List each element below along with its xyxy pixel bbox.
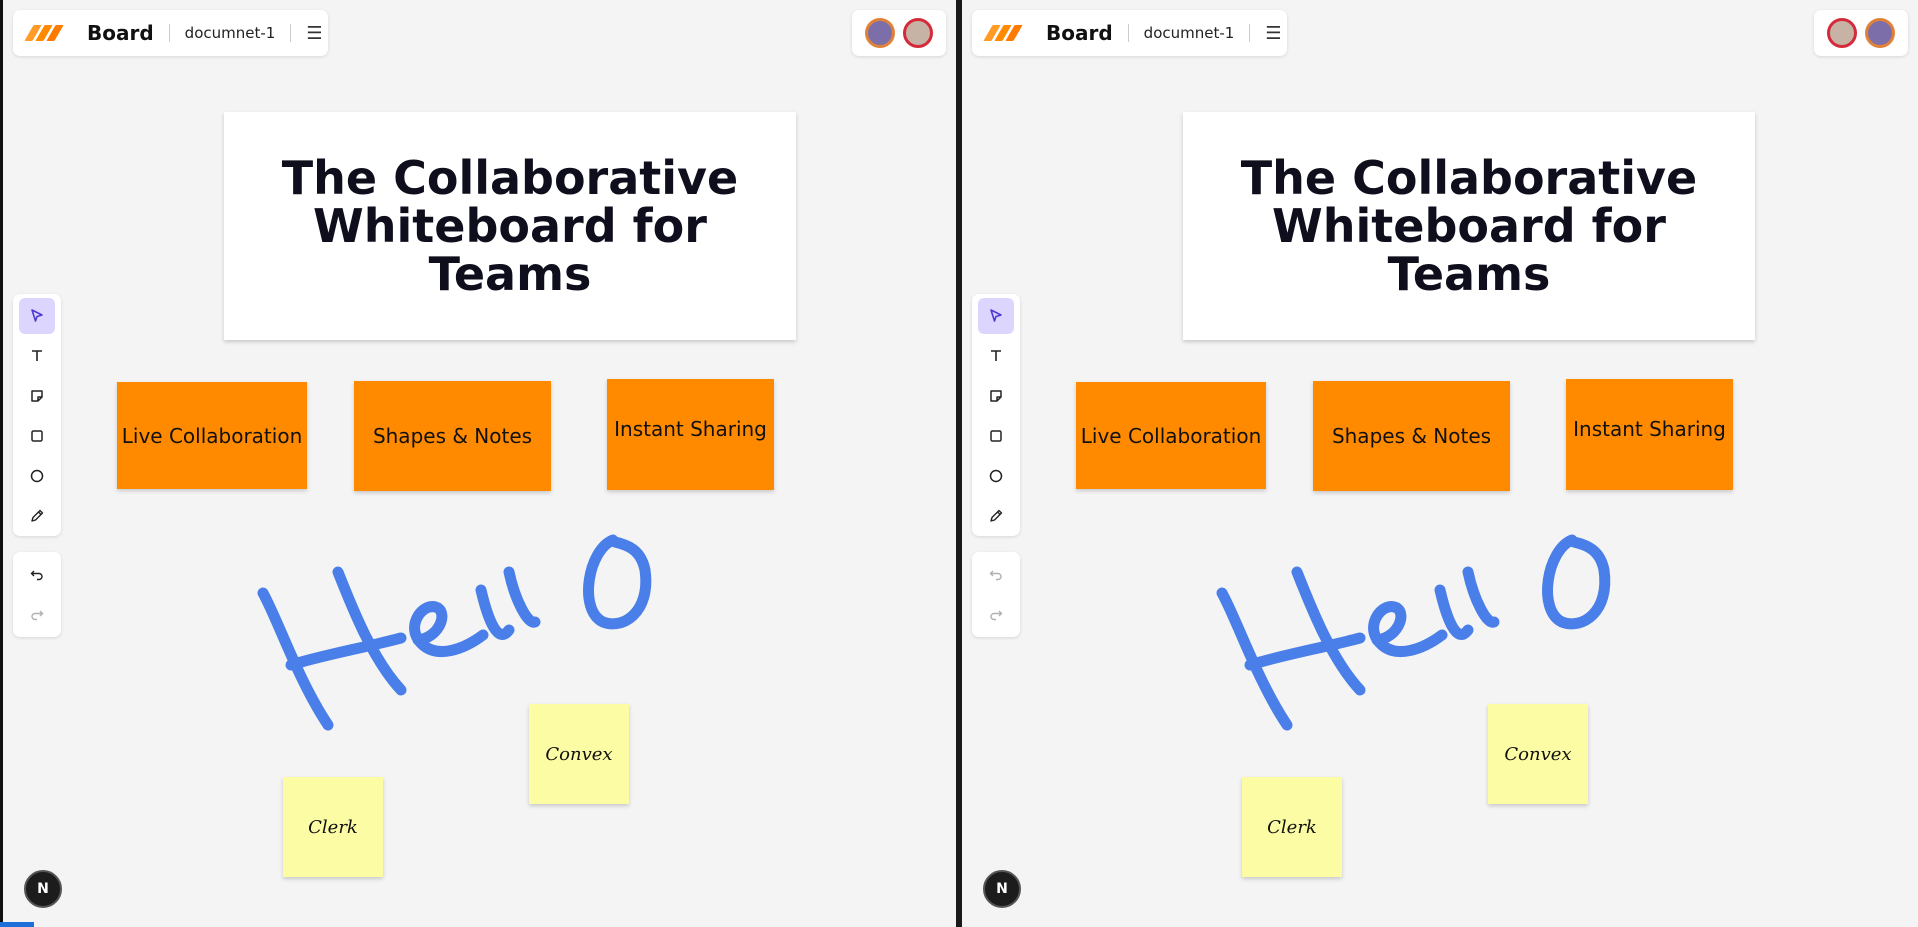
note-tool-button[interactable] <box>978 378 1014 414</box>
avatar[interactable] <box>1865 18 1895 48</box>
select-tool-button[interactable] <box>978 298 1014 334</box>
title-text: The Collaborative Whiteboard for Teams <box>1240 151 1698 301</box>
ellipse-tool-button[interactable] <box>978 458 1014 494</box>
document-name[interactable]: documnet-1 <box>1144 24 1235 42</box>
square-icon <box>31 430 43 442</box>
menu-icon[interactable]: ☰ <box>306 23 322 44</box>
feature-box-instant-sharing[interactable]: Instant Sharing <box>607 379 774 490</box>
redo-icon <box>990 610 1003 620</box>
pencil-icon <box>990 509 1003 522</box>
tool-palette <box>972 294 1020 536</box>
pen-tool-button[interactable] <box>978 498 1014 534</box>
divider <box>168 24 170 42</box>
brand-name: Board <box>87 21 154 45</box>
undo-icon <box>989 570 1002 580</box>
participants <box>852 10 946 56</box>
avatar[interactable] <box>1827 18 1857 48</box>
feature-box-shapes-notes[interactable]: Shapes & Notes <box>354 381 551 491</box>
avatar[interactable] <box>865 18 895 48</box>
text-icon <box>991 350 1001 361</box>
tool-palette <box>13 294 61 536</box>
history-controls <box>972 552 1020 637</box>
redo-icon <box>31 610 44 620</box>
divider <box>290 24 292 42</box>
undo-button[interactable] <box>978 557 1014 593</box>
feature-box-shapes-notes[interactable]: Shapes & Notes <box>1313 381 1510 491</box>
participants <box>1814 10 1908 56</box>
document-name[interactable]: documnet-1 <box>185 24 276 42</box>
divider <box>1127 24 1129 42</box>
square-icon <box>990 430 1002 442</box>
feature-box-live-collaboration[interactable]: Live Collaboration <box>117 382 307 489</box>
ellipse-tool-button[interactable] <box>19 458 55 494</box>
divider <box>1249 24 1251 42</box>
feature-box-instant-sharing[interactable]: Instant Sharing <box>1566 379 1733 490</box>
redo-button[interactable] <box>19 597 55 633</box>
sticky-note-convex[interactable]: Convex <box>1488 704 1588 804</box>
title-text: The Collaborative Whiteboard for Teams <box>281 151 739 301</box>
menu-icon[interactable]: ☰ <box>1265 23 1281 44</box>
text-tool-button[interactable] <box>19 338 55 374</box>
dev-badge[interactable]: N <box>24 870 62 908</box>
pen-tool-button[interactable] <box>19 498 55 534</box>
dev-badge[interactable]: N <box>983 870 1021 908</box>
brand-name: Board <box>1046 21 1113 45</box>
text-tool-button[interactable] <box>978 338 1014 374</box>
pencil-icon <box>31 509 44 522</box>
text-icon <box>32 350 42 361</box>
sticky-note-clerk[interactable]: Clerk <box>1242 777 1342 877</box>
taskbar-accent <box>0 922 34 927</box>
left-browser-pane: Board documnet-1 ☰ The Collaborative Whi… <box>0 0 956 927</box>
note-icon <box>990 390 1002 402</box>
logo-icon <box>24 25 69 41</box>
select-tool-button[interactable] <box>19 298 55 334</box>
sticky-note-convex[interactable]: Convex <box>529 704 629 804</box>
logo-icon <box>983 25 1028 41</box>
cursor-icon <box>990 309 1002 322</box>
undo-button[interactable] <box>19 557 55 593</box>
board-header: Board documnet-1 ☰ <box>13 10 328 56</box>
cursor-icon <box>31 309 43 322</box>
avatar[interactable] <box>903 18 933 48</box>
feature-box-live-collaboration[interactable]: Live Collaboration <box>1076 382 1266 489</box>
redo-button[interactable] <box>978 597 1014 633</box>
title-text-card[interactable]: The Collaborative Whiteboard for Teams <box>1183 112 1755 340</box>
rectangle-tool-button[interactable] <box>978 418 1014 454</box>
right-browser-pane: Board documnet-1 ☰ The Collaborative Whi… <box>962 0 1918 927</box>
note-tool-button[interactable] <box>19 378 55 414</box>
title-text-card[interactable]: The Collaborative Whiteboard for Teams <box>224 112 796 340</box>
note-icon <box>31 390 43 402</box>
sticky-note-clerk[interactable]: Clerk <box>283 777 383 877</box>
circle-icon <box>30 469 44 483</box>
board-header: Board documnet-1 ☰ <box>972 10 1287 56</box>
circle-icon <box>989 469 1003 483</box>
undo-icon <box>30 570 43 580</box>
history-controls <box>13 552 61 637</box>
rectangle-tool-button[interactable] <box>19 418 55 454</box>
